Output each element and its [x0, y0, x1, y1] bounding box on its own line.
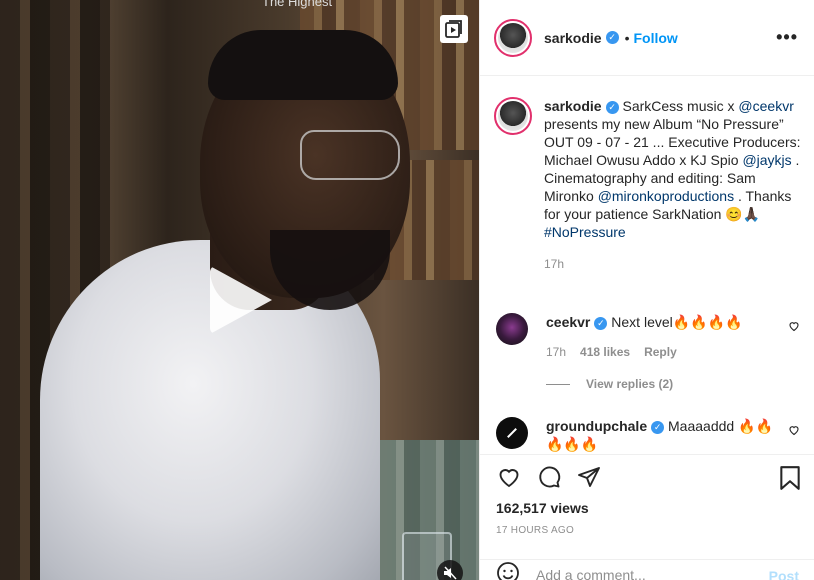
caption-username[interactable]: sarkodie — [544, 98, 602, 114]
caption-avatar[interactable] — [494, 97, 532, 135]
mention-link[interactable]: @jaykjs — [742, 152, 791, 168]
add-comment-bar: Post — [480, 559, 814, 580]
like-comment-heart-icon[interactable] — [788, 319, 800, 335]
comment-item: groundupchale ✓ Maaaaddd 🔥🔥🔥🔥🔥 — [496, 417, 800, 453]
play-icon[interactable] — [210, 266, 272, 334]
caption-time[interactable]: 17h — [544, 255, 802, 273]
verified-badge-icon: ✓ — [605, 31, 619, 44]
comment-body: ceekvr ✓ Next level🔥🔥🔥🔥 17h 418 likes Rep… — [546, 313, 776, 361]
comments-section[interactable]: sarkodie ✓ SarkCess music x @ceekvr prese… — [480, 77, 814, 453]
view-replies-button[interactable]: View replies (2) — [546, 377, 673, 391]
more-options-icon[interactable]: ••• — [776, 28, 798, 46]
video-player[interactable]: The Highest — [0, 0, 479, 580]
glasses — [300, 130, 400, 180]
verified-badge-icon: ✓ — [594, 316, 608, 330]
view-count[interactable]: 162,517 views — [496, 500, 589, 516]
author-username[interactable]: sarkodie — [544, 30, 602, 46]
comment-body: groundupchale ✓ Maaaaddd 🔥🔥🔥🔥🔥 — [546, 417, 776, 453]
comment-item: ceekvr ✓ Next level🔥🔥🔥🔥 17h 418 likes Rep… — [496, 313, 800, 361]
post-actions: 162,517 views 17 HOURS AGO Post — [480, 454, 814, 580]
comment-text: Next level🔥🔥🔥🔥 — [607, 314, 743, 330]
post-caption: sarkodie ✓ SarkCess music x @ceekvr prese… — [494, 97, 806, 273]
video-overlay-text: The Highest — [262, 0, 333, 9]
comment-username[interactable]: groundupchale — [546, 418, 647, 434]
separator-dot: • — [624, 29, 630, 46]
post-timestamp[interactable]: 17 HOURS AGO — [496, 525, 574, 536]
verified-badge-icon: ✓ — [605, 100, 619, 114]
replies-divider — [546, 383, 570, 385]
emoji-smiley-icon[interactable] — [496, 561, 520, 580]
mention-link[interactable]: @ceekvr — [738, 98, 793, 114]
view-replies-label: View replies (2) — [586, 377, 674, 391]
like-comment-heart-icon[interactable] — [788, 423, 800, 439]
comment-bubble-icon[interactable] — [536, 465, 562, 492]
avatar[interactable] — [494, 18, 532, 57]
hashtag-link[interactable]: #NoPressure — [544, 224, 626, 240]
share-send-icon[interactable] — [576, 465, 602, 492]
comment-meta: 17h 418 likes Reply — [546, 343, 776, 361]
post-header: sarkodie ✓ • Follow ••• — [480, 0, 814, 76]
comment-likes[interactable]: 418 likes — [580, 343, 630, 361]
save-bookmark-icon[interactable] — [779, 465, 801, 494]
muted-speaker-icon[interactable] — [437, 560, 463, 580]
caption-body: sarkodie ✓ SarkCess music x @ceekvr prese… — [544, 97, 802, 273]
comment-avatar[interactable] — [496, 417, 528, 449]
action-icons — [496, 465, 602, 492]
comment-username[interactable]: ceekvr — [546, 314, 590, 330]
comment-input[interactable] — [536, 566, 746, 580]
comment-avatar[interactable] — [496, 313, 528, 345]
post-button[interactable]: Post — [769, 568, 799, 580]
follow-button[interactable]: Follow — [634, 30, 678, 46]
like-heart-icon[interactable] — [496, 465, 522, 492]
reply-button[interactable]: Reply — [644, 343, 677, 361]
mention-link[interactable]: @mironkoproductions — [598, 188, 734, 204]
post-panel: sarkodie ✓ • Follow ••• sarkodie ✓ SarkCe… — [479, 0, 814, 580]
person-hair — [208, 30, 398, 100]
comment-time[interactable]: 17h — [546, 343, 566, 361]
video-library-icon[interactable] — [440, 15, 468, 43]
caption-text: SarkCess music x — [618, 98, 739, 114]
verified-badge-icon: ✓ — [651, 420, 665, 434]
